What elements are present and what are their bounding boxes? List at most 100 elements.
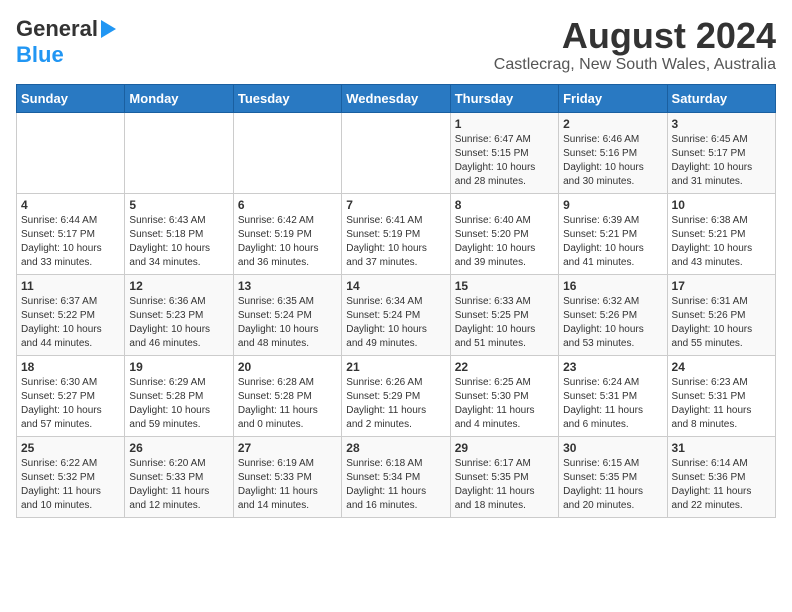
calendar-cell: 3Sunrise: 6:45 AM Sunset: 5:17 PM Daylig… [667, 112, 775, 193]
day-number: 26 [129, 441, 228, 455]
calendar-cell: 10 Sunrise: 6:38 AM Sunset: 5:21 PM Dayli… [667, 193, 775, 274]
day-info: Sunrise: 6:14 AM Sunset: 5:36 PM Dayligh… [672, 457, 771, 513]
calendar-cell: 23 Sunrise: 6:24 AM Sunset: 5:31 PM Dayli… [559, 355, 667, 436]
day-number: 22 [455, 360, 554, 374]
day-info: Sunrise: 6:31 AM Sunset: 5:26 PM Dayligh… [672, 295, 771, 351]
calendar-cell: 9 Sunrise: 6:39 AM Sunset: 5:21 PM Daylig… [559, 193, 667, 274]
calendar-table: SundayMondayTuesdayWednesdayThursdayFrid… [16, 84, 776, 518]
day-info: Sunrise: 6:46 AM Sunset: 5:16 PM Dayligh… [563, 133, 662, 189]
weekday-header-thursday: Thursday [450, 84, 558, 112]
day-info: Sunrise: 6:23 AM Sunset: 5:31 PM Dayligh… [672, 376, 771, 432]
day-number: 14 [346, 279, 445, 293]
day-number: 29 [455, 441, 554, 455]
day-number: 2 [563, 117, 662, 131]
calendar-cell: 22Sunrise: 6:25 AM Sunset: 5:30 PM Dayli… [450, 355, 558, 436]
day-info: Sunrise: 6:38 AM Sunset: 5:21 PM Dayligh… [672, 214, 771, 270]
day-info: Sunrise: 6:37 AM Sunset: 5:22 PM Dayligh… [21, 295, 120, 351]
day-number: 1 [455, 117, 554, 131]
day-info: Sunrise: 6:26 AM Sunset: 5:29 PM Dayligh… [346, 376, 445, 432]
day-number: 31 [672, 441, 771, 455]
day-number: 23 [563, 360, 662, 374]
day-number: 19 [129, 360, 228, 374]
day-info: Sunrise: 6:45 AM Sunset: 5:17 PM Dayligh… [672, 133, 771, 189]
day-number: 10 [672, 198, 771, 212]
day-number: 20 [238, 360, 337, 374]
calendar-cell: 6Sunrise: 6:42 AM Sunset: 5:19 PM Daylig… [233, 193, 341, 274]
day-number: 8 [455, 198, 554, 212]
calendar-week-5: 25 Sunrise: 6:22 AM Sunset: 5:32 PM Dayli… [17, 436, 776, 517]
day-info: Sunrise: 6:33 AM Sunset: 5:25 PM Dayligh… [455, 295, 554, 351]
weekday-header-friday: Friday [559, 84, 667, 112]
day-info: Sunrise: 6:47 AM Sunset: 5:15 PM Dayligh… [455, 133, 554, 189]
calendar-cell: 8Sunrise: 6:40 AM Sunset: 5:20 PM Daylig… [450, 193, 558, 274]
day-number: 25 [21, 441, 120, 455]
calendar-cell: 4Sunrise: 6:44 AM Sunset: 5:17 PM Daylig… [17, 193, 125, 274]
day-info: Sunrise: 6:34 AM Sunset: 5:24 PM Dayligh… [346, 295, 445, 351]
day-number: 27 [238, 441, 337, 455]
day-info: Sunrise: 6:32 AM Sunset: 5:26 PM Dayligh… [563, 295, 662, 351]
calendar-header: SundayMondayTuesdayWednesdayThursdayFrid… [17, 84, 776, 112]
day-number: 24 [672, 360, 771, 374]
day-info: Sunrise: 6:28 AM Sunset: 5:28 PM Dayligh… [238, 376, 337, 432]
day-info: Sunrise: 6:41 AM Sunset: 5:19 PM Dayligh… [346, 214, 445, 270]
day-number: 11 [21, 279, 120, 293]
title-block: August 2024 Castlecrag, New South Wales,… [494, 16, 776, 74]
calendar-cell: 13 Sunrise: 6:35 AM Sunset: 5:24 PM Dayli… [233, 274, 341, 355]
calendar-cell: 20 Sunrise: 6:28 AM Sunset: 5:28 PM Dayli… [233, 355, 341, 436]
calendar-cell: 25 Sunrise: 6:22 AM Sunset: 5:32 PM Dayli… [17, 436, 125, 517]
calendar-cell: 28Sunrise: 6:18 AM Sunset: 5:34 PM Dayli… [342, 436, 450, 517]
day-number: 4 [21, 198, 120, 212]
calendar-cell: 12Sunrise: 6:36 AM Sunset: 5:23 PM Dayli… [125, 274, 233, 355]
calendar-week-4: 18Sunrise: 6:30 AM Sunset: 5:27 PM Dayli… [17, 355, 776, 436]
day-info: Sunrise: 6:43 AM Sunset: 5:18 PM Dayligh… [129, 214, 228, 270]
page-header: General Blue August 2024 Castlecrag, New… [16, 16, 776, 74]
day-number: 5 [129, 198, 228, 212]
day-info: Sunrise: 6:18 AM Sunset: 5:34 PM Dayligh… [346, 457, 445, 513]
day-number: 30 [563, 441, 662, 455]
weekday-header-saturday: Saturday [667, 84, 775, 112]
day-info: Sunrise: 6:29 AM Sunset: 5:28 PM Dayligh… [129, 376, 228, 432]
calendar-cell: 24 Sunrise: 6:23 AM Sunset: 5:31 PM Dayli… [667, 355, 775, 436]
calendar-cell: 21 Sunrise: 6:26 AM Sunset: 5:29 PM Dayli… [342, 355, 450, 436]
day-number: 17 [672, 279, 771, 293]
calendar-cell: 1 Sunrise: 6:47 AM Sunset: 5:15 PM Daylig… [450, 112, 558, 193]
day-number: 12 [129, 279, 228, 293]
weekday-header-wednesday: Wednesday [342, 84, 450, 112]
calendar-cell [17, 112, 125, 193]
calendar-week-3: 11 Sunrise: 6:37 AM Sunset: 5:22 PM Dayli… [17, 274, 776, 355]
calendar-cell: 26 Sunrise: 6:20 AM Sunset: 5:33 PM Dayli… [125, 436, 233, 517]
calendar-cell: 19 Sunrise: 6:29 AM Sunset: 5:28 PM Dayli… [125, 355, 233, 436]
subtitle: Castlecrag, New South Wales, Australia [494, 56, 776, 74]
calendar-cell: 29 Sunrise: 6:17 AM Sunset: 5:35 PM Dayli… [450, 436, 558, 517]
day-info: Sunrise: 6:35 AM Sunset: 5:24 PM Dayligh… [238, 295, 337, 351]
calendar-cell: 15 Sunrise: 6:33 AM Sunset: 5:25 PM Dayli… [450, 274, 558, 355]
day-number: 18 [21, 360, 120, 374]
day-number: 13 [238, 279, 337, 293]
calendar-cell: 14 Sunrise: 6:34 AM Sunset: 5:24 PM Dayli… [342, 274, 450, 355]
logo-arrow-icon [101, 20, 116, 38]
calendar-cell: 7 Sunrise: 6:41 AM Sunset: 5:19 PM Daylig… [342, 193, 450, 274]
calendar-week-1: 1 Sunrise: 6:47 AM Sunset: 5:15 PM Daylig… [17, 112, 776, 193]
day-number: 7 [346, 198, 445, 212]
day-number: 15 [455, 279, 554, 293]
day-info: Sunrise: 6:19 AM Sunset: 5:33 PM Dayligh… [238, 457, 337, 513]
day-number: 21 [346, 360, 445, 374]
day-info: Sunrise: 6:20 AM Sunset: 5:33 PM Dayligh… [129, 457, 228, 513]
day-info: Sunrise: 6:42 AM Sunset: 5:19 PM Dayligh… [238, 214, 337, 270]
calendar-cell: 18Sunrise: 6:30 AM Sunset: 5:27 PM Dayli… [17, 355, 125, 436]
day-info: Sunrise: 6:39 AM Sunset: 5:21 PM Dayligh… [563, 214, 662, 270]
day-number: 9 [563, 198, 662, 212]
logo: General Blue [16, 16, 116, 68]
calendar-week-2: 4Sunrise: 6:44 AM Sunset: 5:17 PM Daylig… [17, 193, 776, 274]
weekday-header-monday: Monday [125, 84, 233, 112]
weekday-header-row: SundayMondayTuesdayWednesdayThursdayFrid… [17, 84, 776, 112]
day-info: Sunrise: 6:22 AM Sunset: 5:32 PM Dayligh… [21, 457, 120, 513]
calendar-cell [233, 112, 341, 193]
day-info: Sunrise: 6:17 AM Sunset: 5:35 PM Dayligh… [455, 457, 554, 513]
day-number: 16 [563, 279, 662, 293]
day-info: Sunrise: 6:24 AM Sunset: 5:31 PM Dayligh… [563, 376, 662, 432]
calendar-cell [342, 112, 450, 193]
calendar-body: 1 Sunrise: 6:47 AM Sunset: 5:15 PM Daylig… [17, 112, 776, 517]
calendar-cell: 16 Sunrise: 6:32 AM Sunset: 5:26 PM Dayli… [559, 274, 667, 355]
calendar-cell: 5 Sunrise: 6:43 AM Sunset: 5:18 PM Daylig… [125, 193, 233, 274]
